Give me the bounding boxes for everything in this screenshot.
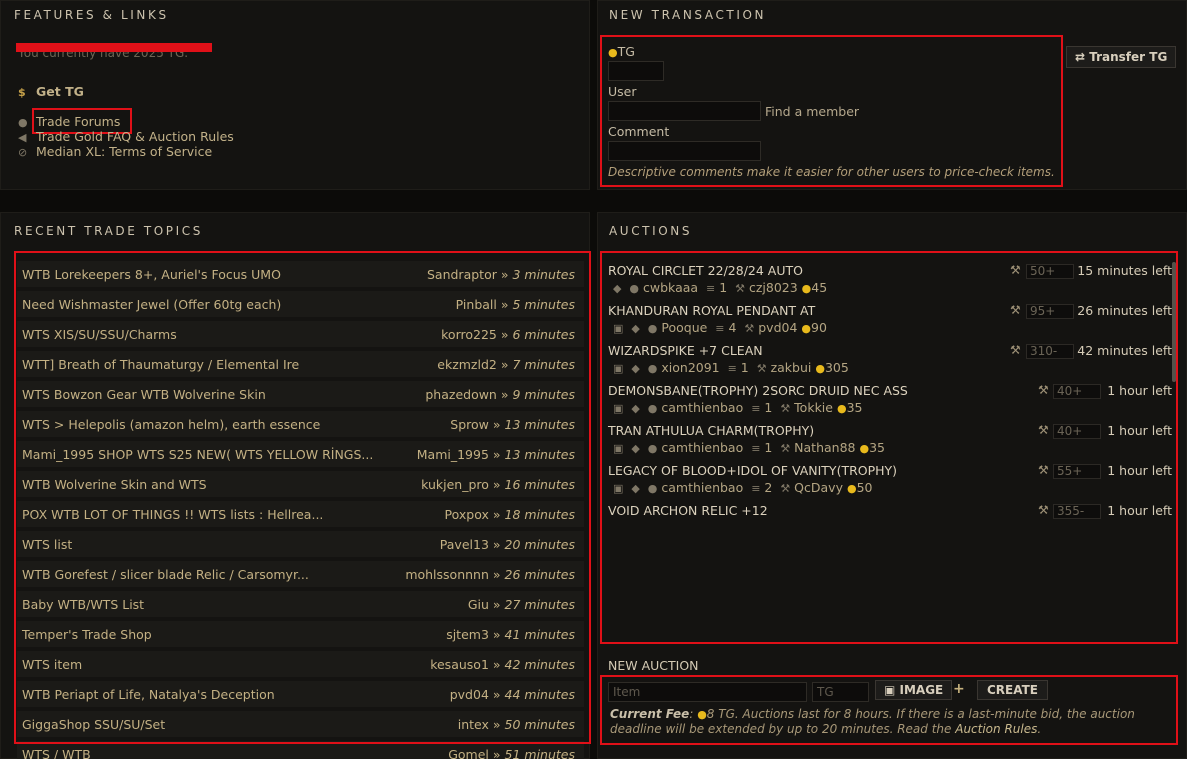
topic-author[interactable]: Gomel <box>448 747 489 759</box>
highlight-box <box>600 675 1178 745</box>
highlight-box <box>600 251 1178 644</box>
new-auction-title: NEW AUCTION <box>608 658 699 673</box>
topic-time: 51 minutes <box>504 747 575 759</box>
topic-meta: Gomel » 51 minutes <box>448 747 575 759</box>
topic-title[interactable]: WTS / WTB <box>22 747 91 759</box>
